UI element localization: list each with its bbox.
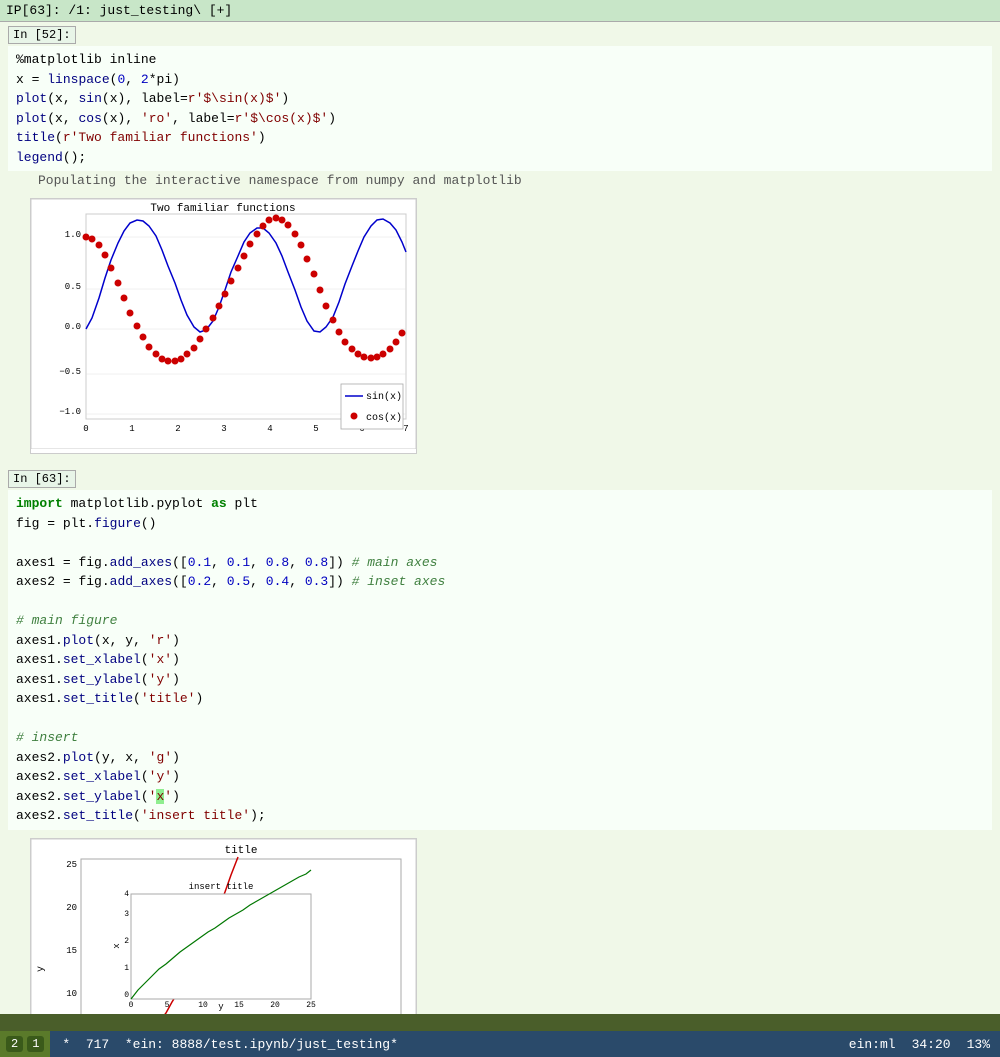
svg-text:y: y bbox=[36, 965, 47, 971]
svg-text:4: 4 bbox=[267, 424, 272, 434]
plot-1-container: Two familiar functions 1.0 0.5 0.0 −0.5 … bbox=[30, 198, 417, 454]
plot-2-svg: title y x 0 5 10 15 20 25 0 1 2 3 4 5 bbox=[31, 839, 416, 1015]
status-right-info: ein:ml 34:20 13% bbox=[839, 1037, 1000, 1052]
svg-text:2: 2 bbox=[175, 424, 180, 434]
svg-text:0.0: 0.0 bbox=[65, 322, 81, 332]
svg-text:4: 4 bbox=[124, 890, 129, 899]
status-marker: * bbox=[62, 1037, 70, 1052]
svg-text:cos(x): cos(x) bbox=[366, 412, 402, 424]
cell-63-label[interactable]: In [63]: bbox=[8, 470, 76, 488]
status-percent: 13% bbox=[967, 1037, 990, 1052]
status-cell-num-1: 2 bbox=[6, 1036, 23, 1052]
cell-52-output: Populating the interactive namespace fro… bbox=[8, 171, 992, 190]
notebook-area: In [52]: %matplotlib inline x = linspace… bbox=[0, 22, 1000, 1014]
svg-text:sin(x): sin(x) bbox=[366, 391, 402, 403]
cell-63-code[interactable]: import matplotlib.pyplot as plt fig = pl… bbox=[8, 490, 992, 830]
status-mode: ein:ml bbox=[849, 1037, 896, 1052]
plot1-title: Two familiar functions bbox=[150, 203, 295, 215]
svg-text:25: 25 bbox=[306, 1001, 316, 1010]
svg-text:2: 2 bbox=[124, 937, 129, 946]
svg-text:10: 10 bbox=[198, 1001, 208, 1010]
svg-text:0.5: 0.5 bbox=[65, 282, 81, 292]
svg-text:3: 3 bbox=[124, 910, 129, 919]
plot2-inset-title: insert title bbox=[189, 882, 254, 892]
title-text: IP[63]: /1: just_testing\ [+] bbox=[6, 3, 232, 18]
plot-1-svg: Two familiar functions 1.0 0.5 0.0 −0.5 … bbox=[31, 199, 416, 449]
cell-63: In [63]: import matplotlib.pyplot as plt… bbox=[0, 466, 1000, 834]
svg-text:x: x bbox=[112, 943, 122, 948]
cell-52-label[interactable]: In [52]: bbox=[8, 26, 76, 44]
svg-text:15: 15 bbox=[234, 1001, 244, 1010]
svg-text:10: 10 bbox=[66, 989, 77, 999]
svg-text:1: 1 bbox=[129, 424, 134, 434]
svg-text:0: 0 bbox=[129, 1001, 134, 1010]
svg-text:−1.0: −1.0 bbox=[59, 407, 81, 417]
status-cell-numbers: 2 1 bbox=[0, 1031, 50, 1057]
status-cell-num-2: 1 bbox=[27, 1036, 44, 1052]
statusbar: 2 1 * 717 *ein: 8888/test.ipynb/just_tes… bbox=[0, 1031, 1000, 1057]
plot-2-container: title y x 0 5 10 15 20 25 0 1 2 3 4 5 bbox=[30, 838, 417, 1015]
svg-text:5: 5 bbox=[313, 424, 318, 434]
svg-text:y: y bbox=[218, 1002, 224, 1012]
svg-text:7: 7 bbox=[403, 424, 408, 434]
svg-text:20: 20 bbox=[270, 1001, 280, 1010]
svg-text:1.0: 1.0 bbox=[65, 230, 81, 240]
svg-text:25: 25 bbox=[66, 860, 77, 870]
svg-text:3: 3 bbox=[221, 424, 226, 434]
cell-52-code[interactable]: %matplotlib inline x = linspace(0, 2*pi)… bbox=[8, 46, 992, 171]
title-bar: IP[63]: /1: just_testing\ [+] bbox=[0, 0, 1000, 22]
svg-text:5: 5 bbox=[165, 1001, 170, 1010]
status-line-count: 717 bbox=[86, 1037, 109, 1052]
svg-text:20: 20 bbox=[66, 903, 77, 913]
svg-text:1: 1 bbox=[124, 964, 129, 973]
status-notebook: *ein: 8888/test.ipynb/just_testing* bbox=[125, 1037, 398, 1052]
svg-text:0: 0 bbox=[83, 424, 88, 434]
status-position: 34:20 bbox=[912, 1037, 951, 1052]
status-notebook-info: * 717 *ein: 8888/test.ipynb/just_testing… bbox=[50, 1037, 838, 1052]
cell-52: In [52]: %matplotlib inline x = linspace… bbox=[0, 22, 1000, 194]
svg-text:15: 15 bbox=[66, 946, 77, 956]
svg-text:−0.5: −0.5 bbox=[59, 367, 81, 377]
plot2-title: title bbox=[224, 845, 257, 857]
svg-text:0: 0 bbox=[124, 991, 129, 1000]
